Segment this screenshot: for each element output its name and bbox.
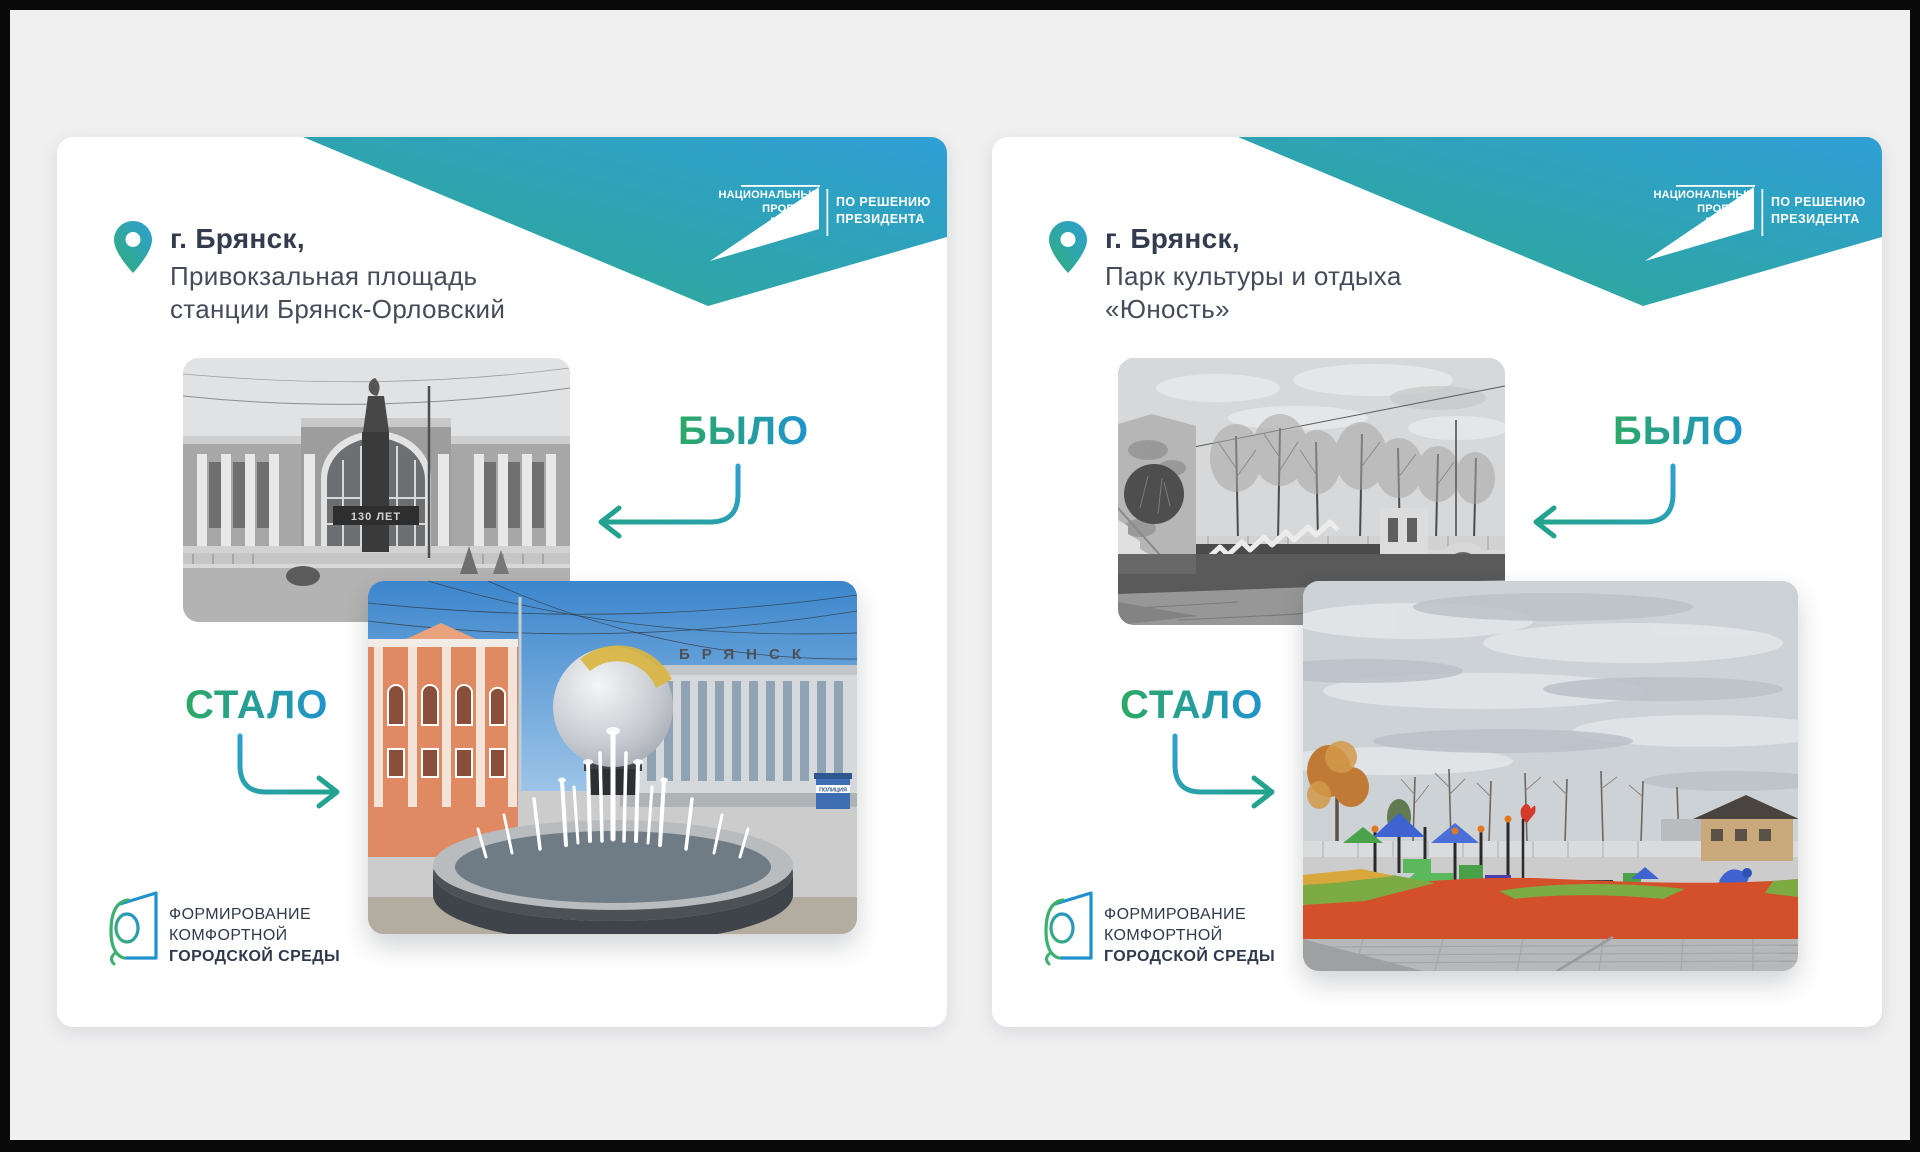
city-title: г. Брянск, <box>1105 223 1525 255</box>
photo-after-playground <box>1303 581 1798 971</box>
page-background: НАЦИОНАЛЬНЫЕ ПРОЕКТЫ РОССИИ ПО РЕШЕНИЮ П… <box>10 10 1910 1140</box>
np-slogan-line: ПО РЕШЕНИЮ <box>1771 194 1866 211</box>
before-arrow <box>585 460 751 544</box>
screenshot-frame: НАЦИОНАЛЬНЫЕ ПРОЕКТЫ РОССИИ ПО РЕШЕНИЮ П… <box>0 0 1920 1152</box>
fkgs-logo-text: ФОРМИРОВАНИЕ КОМФОРТНОЙ ГОРОДСКОЙ СРЕДЫ <box>169 904 340 967</box>
fkgs-line: КОМФОРТНОЙ <box>1104 925 1275 946</box>
np-logo-slogan: ПО РЕШЕНИЮ ПРЕЗИДЕНТА <box>836 194 931 227</box>
fkgs-logo-icon <box>107 887 159 967</box>
np-flag-rule <box>1676 185 1755 187</box>
np-brand-line: НАЦИОНАЛЬНЫЕ <box>1632 189 1754 203</box>
np-brand-line: ПРОЕКТЫ <box>697 203 819 217</box>
np-logo-slogan: ПО РЕШЕНИЮ ПРЕЗИДЕНТА <box>1771 194 1866 227</box>
fkgs-line: ФОРМИРОВАНИЕ <box>169 904 340 925</box>
np-logo-divider <box>1762 189 1764 236</box>
np-brand-line: РОССИИ <box>697 216 819 230</box>
city-title: г. Брянск, <box>170 223 590 255</box>
np-slogan-line: ПО РЕШЕНИЮ <box>836 194 931 211</box>
np-logo-divider <box>827 189 829 236</box>
before-arrow <box>1520 460 1686 544</box>
after-arrow <box>233 730 351 814</box>
location-line: Парк культуры и отдыха <box>1105 260 1525 293</box>
before-label: БЫЛО <box>678 409 809 454</box>
before-label: БЫЛО <box>1613 409 1744 454</box>
fkgs-line: ФОРМИРОВАНИЕ <box>1104 904 1275 925</box>
np-logo-wordmark: НАЦИОНАЛЬНЫЕ ПРОЕКТЫ РОССИИ <box>697 189 819 230</box>
np-brand-line: ПРОЕКТЫ <box>1632 203 1754 217</box>
card-park-yunost: НАЦИОНАЛЬНЫЕ ПРОЕКТЫ РОССИИ ПО РЕШЕНИЮ П… <box>992 137 1882 1027</box>
location-pin-icon <box>1049 221 1087 273</box>
card-header: г. Брянск, Привокзальная площадь станции… <box>170 223 590 326</box>
after-label: СТАЛО <box>1120 683 1263 728</box>
location-line: Привокзальная площадь <box>170 260 590 293</box>
np-slogan-line: ПРЕЗИДЕНТА <box>836 211 931 228</box>
location-pin-icon <box>114 221 152 273</box>
np-brand-line: РОССИИ <box>1632 216 1754 230</box>
fkgs-logo-icon <box>1042 887 1094 967</box>
fkgs-line: ГОРОДСКОЙ СРЕДЫ <box>169 946 340 967</box>
after-label: СТАЛО <box>185 683 328 728</box>
playground-after-illustration <box>1303 581 1798 971</box>
station-plaque-text: 130 ЛЕТ <box>351 511 401 523</box>
fountain-after-illustration: БРЯНСК <box>368 581 857 934</box>
fkgs-line: КОМФОРТНОЙ <box>169 925 340 946</box>
location-line: «Юность» <box>1105 293 1525 326</box>
after-arrow <box>1168 730 1286 814</box>
location-line: станции Брянск-Орловский <box>170 293 590 326</box>
building-sign-text: БРЯНСК <box>679 646 813 663</box>
np-brand-line: НАЦИОНАЛЬНЫЕ <box>697 189 819 203</box>
np-flag-rule <box>741 185 820 187</box>
fkgs-logo-text: ФОРМИРОВАНИЕ КОМФОРТНОЙ ГОРОДСКОЙ СРЕДЫ <box>1104 904 1275 967</box>
np-slogan-line: ПРЕЗИДЕНТА <box>1771 211 1866 228</box>
kiosk-sign-text: ПОЛИЦИЯ <box>819 788 847 794</box>
photo-after-fountain: БРЯНСК <box>368 581 857 934</box>
np-logo-wordmark: НАЦИОНАЛЬНЫЕ ПРОЕКТЫ РОССИИ <box>1632 189 1754 230</box>
card-station-square: НАЦИОНАЛЬНЫЕ ПРОЕКТЫ РОССИИ ПО РЕШЕНИЮ П… <box>57 137 947 1027</box>
fkgs-line: ГОРОДСКОЙ СРЕДЫ <box>1104 946 1275 967</box>
card-header: г. Брянск, Парк культуры и отдыха «Юност… <box>1105 223 1525 326</box>
